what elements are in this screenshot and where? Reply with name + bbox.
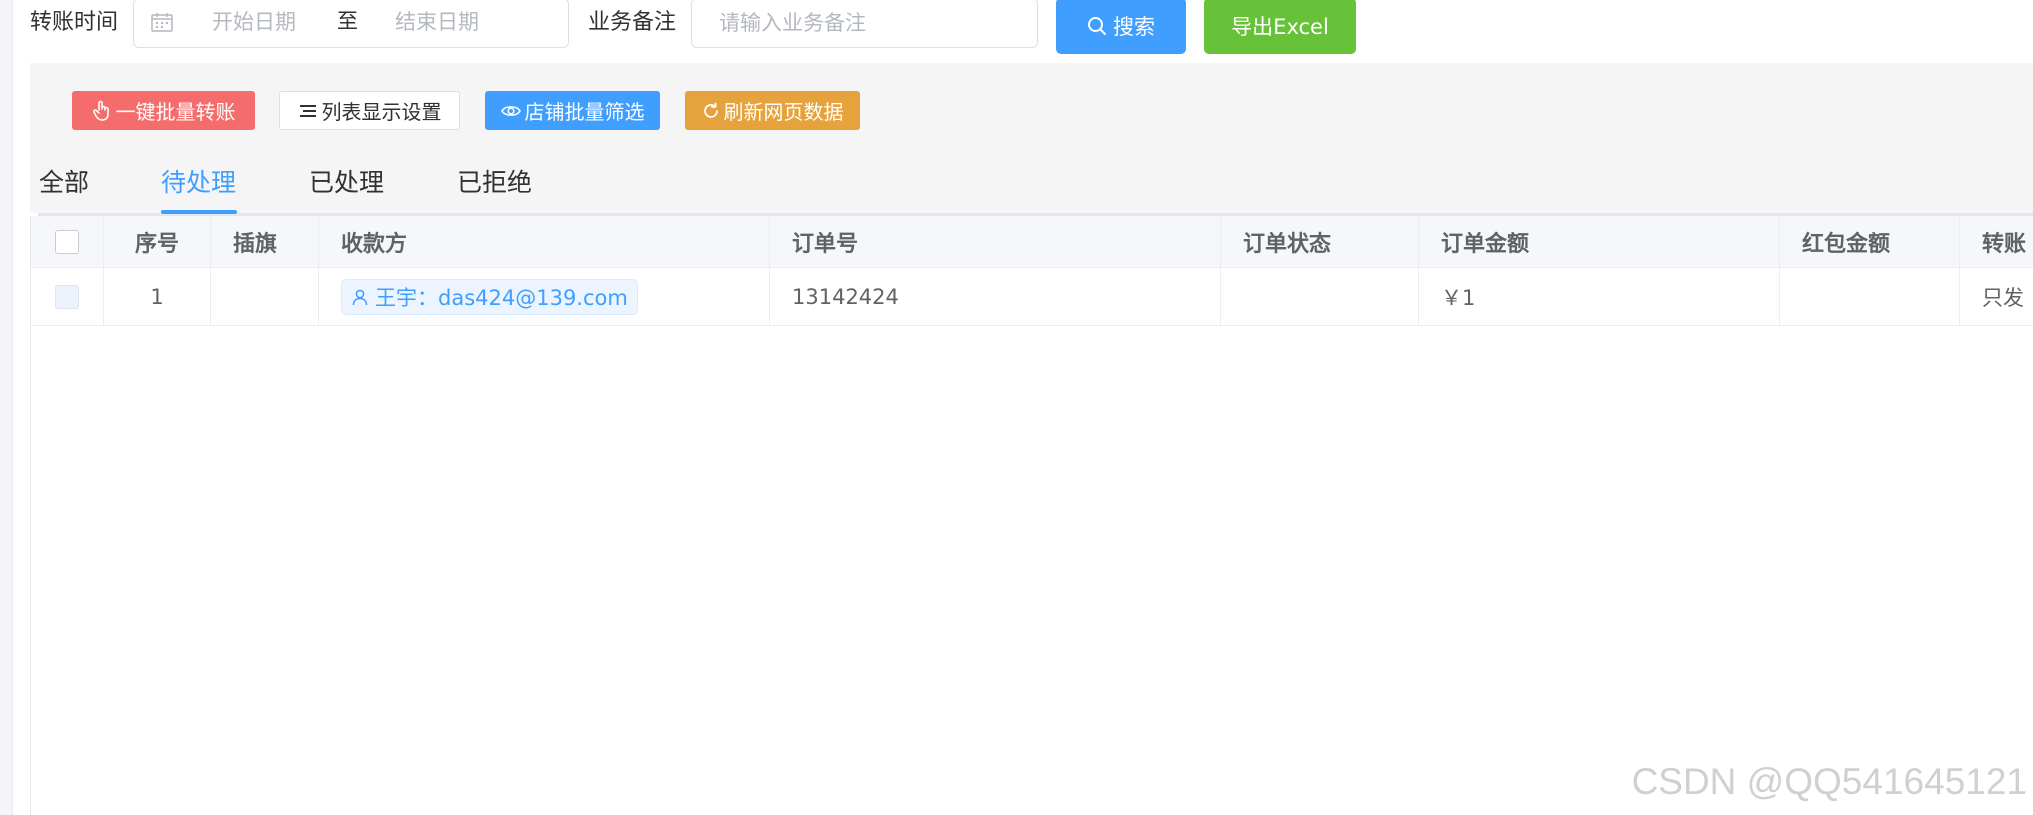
select-all-checkbox[interactable] (55, 229, 79, 254)
row-checkbox[interactable] (55, 284, 79, 309)
start-date-input[interactable]: 开始日期 (212, 0, 296, 45)
header-payee: 收款方 (319, 216, 770, 267)
row-transfer: 只发 (1982, 285, 2024, 310)
tab-processed[interactable]: 已处理 (309, 163, 384, 203)
tab-rejected[interactable]: 已拒绝 (457, 163, 532, 203)
header-select-cell (31, 216, 104, 267)
hand-pointer-icon (92, 100, 109, 121)
table-row: 1 王宇：das424@139.com 13142424 ￥1 只发 (31, 268, 2033, 326)
refresh-data-button[interactable]: 刷新网页数据 (685, 91, 860, 130)
calendar-icon (151, 13, 173, 32)
date-range-separator: 至 (337, 9, 358, 33)
header-flag: 插旗 (211, 216, 319, 267)
row-select-cell (31, 268, 104, 325)
search-button-label: 搜索 (1113, 15, 1155, 39)
batch-transfer-label: 一键批量转账 (115, 100, 236, 124)
payee-name: 王宇：das424@139.com (375, 285, 628, 310)
transfer-table: 序号 插旗 收款方 订单号 订单状态 订单金额 红包金额 转账 1 王宇：das… (30, 216, 2033, 815)
eye-icon (500, 105, 521, 116)
shop-batch-filter-label: 店铺批量筛选 (524, 100, 645, 124)
batch-transfer-button[interactable]: 一键批量转账 (72, 91, 255, 130)
row-order-amount: ￥1 (1419, 268, 1780, 325)
list-icon (299, 104, 316, 117)
row-order-status (1221, 268, 1419, 325)
table-header: 序号 插旗 收款方 订单号 订单状态 订单金额 红包金额 转账 (31, 216, 2033, 268)
row-flag[interactable] (211, 268, 319, 325)
remark-input[interactable] (691, 0, 1038, 48)
remark-label: 业务备注 (588, 10, 677, 35)
tab-pending[interactable]: 待处理 (161, 163, 236, 203)
shop-batch-filter-button[interactable]: 店铺批量筛选 (485, 91, 660, 130)
date-range-picker[interactable]: 开始日期 至 结束日期 (133, 0, 569, 48)
refresh-data-label: 刷新网页数据 (723, 100, 844, 124)
search-icon (1088, 17, 1106, 35)
header-index: 序号 (104, 216, 211, 267)
header-red-packet-amount: 红包金额 (1780, 216, 1960, 267)
row-index: 1 (104, 268, 211, 325)
column-settings-button[interactable]: 列表显示设置 (279, 91, 460, 130)
user-icon (352, 289, 368, 305)
export-excel-label: 导出Excel (1231, 15, 1329, 39)
header-transfer: 转账 (1982, 231, 2027, 257)
row-order-number: 13142424 (770, 268, 1221, 325)
header-order-number: 订单号 (770, 216, 1221, 267)
tab-all[interactable]: 全部 (39, 163, 89, 203)
transfer-time-label: 转账时间 (30, 10, 119, 35)
refresh-icon (703, 102, 718, 118)
active-tab-indicator (161, 210, 237, 214)
left-sidebar-edge (0, 0, 13, 815)
header-order-status: 订单状态 (1221, 216, 1419, 267)
payee-tag[interactable]: 王宇：das424@139.com (341, 278, 638, 315)
header-order-amount: 订单金额 (1419, 216, 1780, 267)
export-excel-button[interactable]: 导出Excel (1204, 0, 1356, 54)
end-date-input[interactable]: 结束日期 (395, 0, 479, 45)
column-settings-label: 列表显示设置 (321, 100, 442, 124)
row-red-packet-amount (1780, 268, 1960, 325)
search-button[interactable]: 搜索 (1056, 0, 1186, 54)
row-payee-cell: 王宇：das424@139.com (319, 268, 770, 325)
